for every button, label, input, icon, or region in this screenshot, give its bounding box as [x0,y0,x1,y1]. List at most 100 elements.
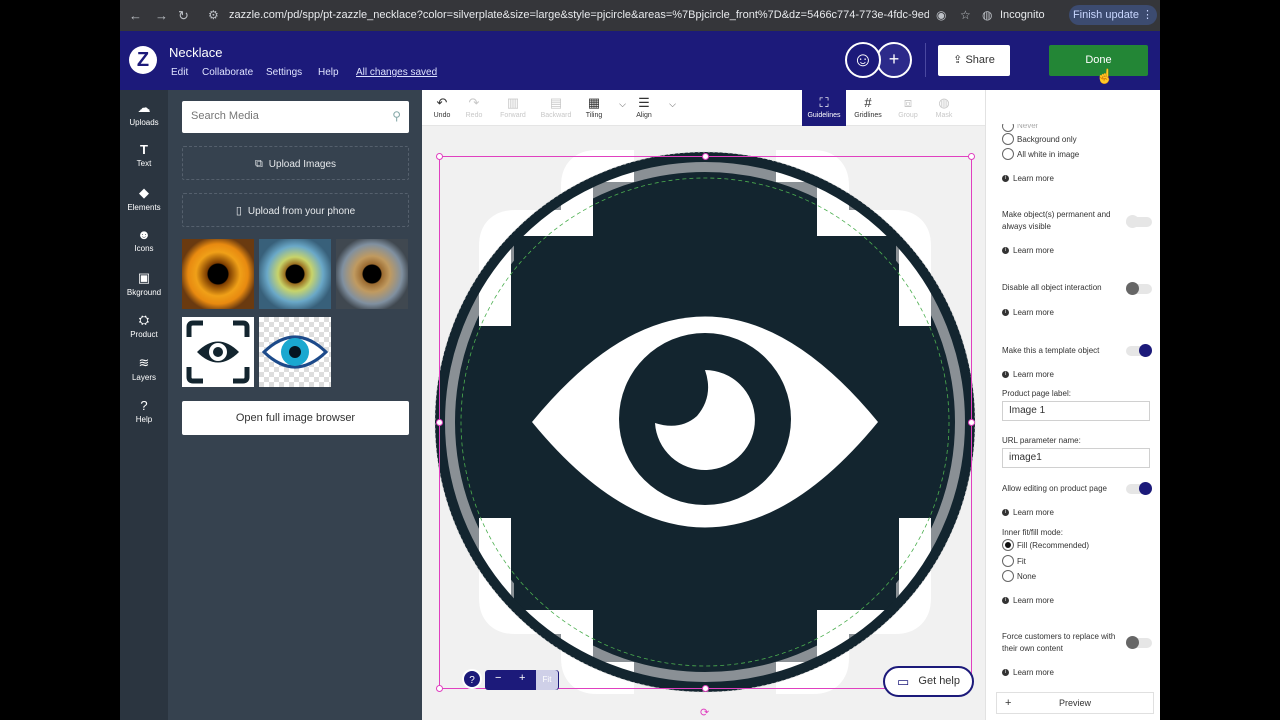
permanent-toggle[interactable] [1126,215,1152,228]
finish-update-label: Finish update [1072,9,1139,21]
url-param-input[interactable]: image1 [1002,448,1150,468]
media-thumb-green-iris[interactable] [259,239,331,309]
zoom-in-icon[interactable]: + [519,672,525,684]
learn-more-label: Learn more [1013,596,1054,605]
bookmark-star-icon[interactable]: ☆ [960,8,971,22]
rail-elements[interactable]: ◆ Elements [120,185,168,212]
rail-background[interactable]: ▣ Bkground [120,270,168,297]
eye-off-icon[interactable]: ◉ [936,8,946,22]
guidelines-icon: ⛶ [819,95,829,110]
forward-button[interactable]: ▥ Forward [493,90,533,126]
rail-label: Uploads [129,118,159,127]
force-replace-toggle[interactable] [1126,636,1152,649]
learn-more-link[interactable]: i Learn more [1002,596,1054,605]
media-thumb-gray-iris[interactable] [336,239,408,309]
menu-edit[interactable]: Edit [171,67,188,78]
radio-fit[interactable] [1002,555,1014,567]
undo-label: Undo [433,112,451,119]
finish-update-button[interactable]: Finish update ⋮ [1069,5,1157,25]
align-button[interactable]: ☰ Align ⌵ [624,90,676,126]
rail-uploads[interactable]: ☁ Uploads [120,100,168,127]
media-thumb-orange-iris[interactable] [182,239,254,309]
zazzle-logo[interactable]: Z [129,46,157,74]
redo-button[interactable]: ↷ Redo [454,90,494,126]
page-title: Necklace [169,45,223,60]
menu-help[interactable]: Help [318,67,339,78]
media-thumb-eye-icon[interactable] [182,317,254,387]
plus-icon: + [1005,697,1012,709]
help-icon[interactable]: ? [462,669,482,689]
rail-product[interactable]: ⛭ Product [120,312,168,339]
radio-background-only[interactable] [1002,133,1014,145]
learn-more-label: Learn more [1013,668,1054,677]
resize-handle-tl[interactable] [436,153,443,160]
selection-box[interactable] [439,156,972,689]
mask-icon: ◍ [938,95,950,110]
media-thumb-blue-eye[interactable] [259,317,331,387]
toggle-knob [1139,482,1152,495]
reload-icon[interactable]: ↻ [178,8,189,24]
zoom-out-icon[interactable]: − [495,672,501,684]
learn-more-link[interactable]: i Learn more [1002,370,1054,379]
allow-editing-toggle[interactable] [1126,482,1152,495]
preview-button[interactable]: + Preview [996,692,1154,714]
address-bar[interactable]: zazzle.com/pd/spp/pt-zazzle_necklace?col… [229,9,929,21]
template-object-toggle[interactable] [1126,344,1152,357]
gridlines-button[interactable]: # Gridlines [848,90,888,126]
search-icon[interactable]: ⚲ [392,109,401,123]
add-collaborator-button[interactable]: + [876,42,912,78]
radio-none[interactable] [1002,570,1014,582]
guidelines-button[interactable]: ⛶ Guidelines [802,90,846,126]
radio-all-white[interactable] [1002,148,1014,160]
learn-more-link[interactable]: i Learn more [1002,308,1054,317]
open-image-browser-button[interactable]: Open full image browser [182,401,409,435]
search-input[interactable] [191,101,381,131]
tiling-button[interactable]: ▦ Tiling ⌵ [574,90,626,126]
design-canvas[interactable]: ⟳ ? − + Fit ▭ Get help [422,126,985,720]
redo-icon: ↷ [468,95,480,110]
back-icon[interactable]: ← [129,8,142,23]
rail-label: Help [135,415,153,424]
zoom-fit-button[interactable]: Fit [536,670,558,690]
learn-more-link[interactable]: i Learn more [1002,174,1054,183]
share-button[interactable]: ⇪ Share [938,45,1010,76]
rail-icons[interactable]: ☻ Icons [120,227,168,253]
rail-text[interactable]: T Text [120,142,168,168]
group-button[interactable]: ⧈ Group [888,90,928,126]
menu-collaborate[interactable]: Collaborate [202,67,253,78]
resize-handle-b[interactable] [702,685,709,692]
forward-icon[interactable]: → [155,8,168,23]
learn-more-link[interactable]: i Learn more [1002,508,1054,517]
rotate-handle-icon[interactable]: ⟳ [700,706,709,719]
user-avatar-icon[interactable]: ☺ [845,42,881,78]
rail-help[interactable]: ? Help [120,398,168,424]
menu-settings[interactable]: Settings [266,67,302,78]
page-label-title: Product page label: [1002,389,1071,398]
get-help-button[interactable]: ▭ Get help [883,666,974,697]
resize-handle-tr[interactable] [968,153,975,160]
mask-button[interactable]: ◍ Mask [924,90,964,126]
mouse-cursor-icon: ☝ [1096,68,1114,84]
upload-images-button[interactable]: ⧉ Upload Images [182,146,409,180]
resize-handle-t[interactable] [702,153,709,160]
learn-more-link[interactable]: i Learn more [1002,668,1054,677]
fit-mode-title: Inner fit/fill mode: [1002,528,1063,537]
properties-panel: Never Background only All white in image… [985,90,1160,720]
resize-handle-r[interactable] [968,419,975,426]
save-status[interactable]: All changes saved [356,67,437,78]
rail-layers[interactable]: ≋ Layers [120,355,168,382]
toggle-knob [1126,215,1139,228]
page-label-input[interactable]: Image 1 [1002,401,1150,421]
disable-interaction-toggle[interactable] [1126,282,1152,295]
upload-phone-button[interactable]: ▯ Upload from your phone [182,193,409,227]
learn-more-label: Learn more [1013,370,1054,379]
backward-button[interactable]: ▤ Backward [536,90,576,126]
radio-fill[interactable] [1002,539,1014,551]
resize-handle-l[interactable] [436,419,443,426]
learn-more-label: Learn more [1013,508,1054,517]
resize-handle-bl[interactable] [436,685,443,692]
radio-fit-label: Fit [1017,557,1026,566]
learn-more-link[interactable]: i Learn more [1002,246,1054,255]
site-info-icon[interactable]: ⚙ [208,8,219,22]
rail-label: Product [130,330,158,339]
